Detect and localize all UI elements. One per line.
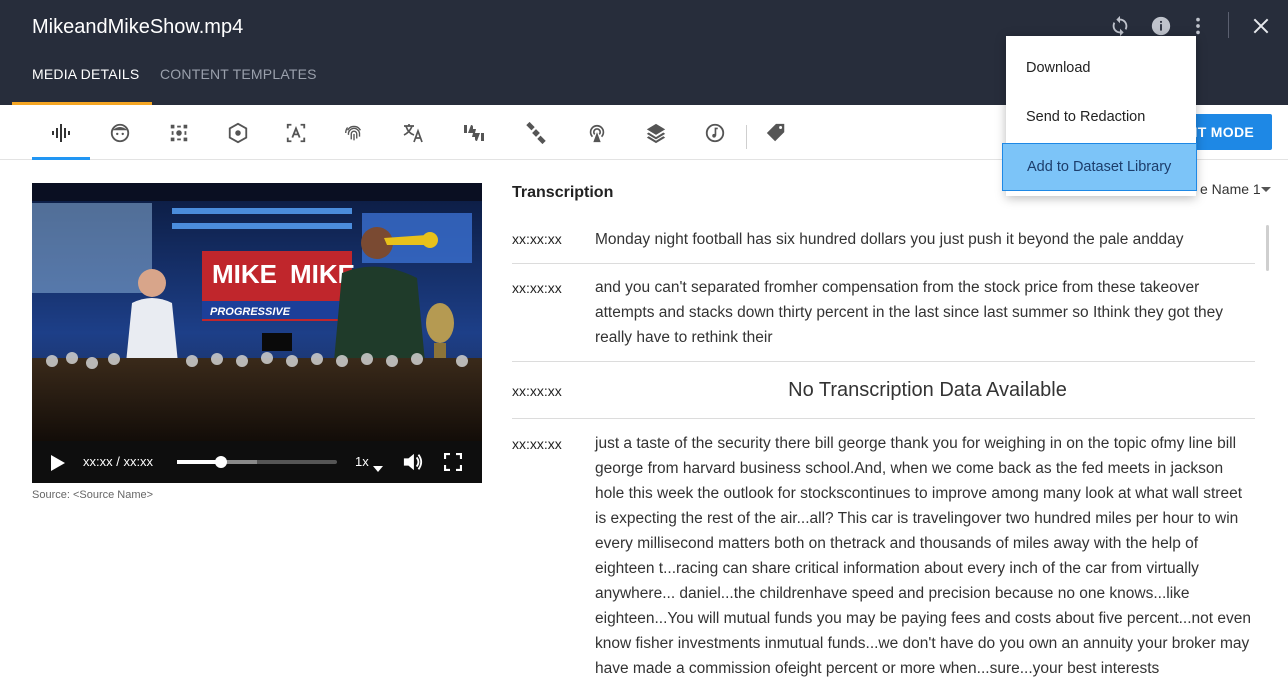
active-tool-indicator (32, 157, 90, 160)
broadcast-icon[interactable] (581, 117, 613, 149)
volume-icon[interactable] (402, 452, 424, 475)
transcript-text[interactable]: just a taste of the security there bill … (595, 431, 1255, 681)
object-icon[interactable] (163, 117, 195, 149)
transcript-timestamp[interactable]: xx:xx:xx (512, 436, 562, 452)
refresh-icon[interactable] (1108, 14, 1132, 38)
tab-content-templates[interactable]: CONTENT TEMPLATES (160, 66, 317, 82)
video-controls: xx:xx / xx:xx 1x (32, 441, 482, 483)
tab-media-details[interactable]: MEDIA DETAILS (32, 66, 139, 82)
transcript-text[interactable]: Monday night football has six hundred do… (595, 227, 1255, 252)
logo-hexagon-icon[interactable] (222, 117, 254, 149)
seek-bar[interactable] (177, 456, 337, 468)
music-icon[interactable] (699, 117, 731, 149)
svg-text:PROGRESSIVE: PROGRESSIVE (210, 306, 291, 318)
transcript-timestamp[interactable]: xx:xx:xx (512, 231, 562, 247)
speed-dropdown-icon[interactable] (373, 460, 383, 475)
sentiment-thumbs-icon[interactable] (458, 117, 490, 149)
time-display: xx:xx / xx:xx (83, 454, 154, 469)
info-icon[interactable] (1149, 14, 1173, 38)
transcript-timestamp[interactable]: xx:xx:xx (512, 280, 562, 296)
row-divider (512, 263, 1255, 264)
more-options-menu: Download Send to Redaction Add to Datase… (1002, 36, 1197, 196)
toolbar-divider (746, 125, 747, 149)
window-title: MikeandMikeShow.mp4 (32, 16, 244, 38)
face-icon[interactable] (104, 117, 136, 149)
translate-icon[interactable] (397, 117, 429, 149)
transcription-waveform-icon[interactable] (45, 117, 77, 149)
fullscreen-icon[interactable] (443, 452, 463, 474)
svg-text:MIKE: MIKE (212, 259, 277, 289)
video-player[interactable]: MIKE MIKE PROGRESSIVE xx:xx / xx:xx 1x (32, 183, 482, 483)
chevron-down-icon[interactable] (1261, 187, 1271, 192)
close-icon[interactable] (1249, 14, 1273, 38)
row-divider (512, 361, 1255, 362)
menu-item-add-to-dataset-library[interactable]: Add to Dataset Library (1002, 143, 1197, 191)
scrollbar[interactable] (1266, 225, 1269, 271)
transcript-timestamp[interactable]: xx:xx:xx (512, 383, 562, 399)
playback-speed[interactable]: 1x (355, 454, 369, 469)
text-recognition-icon[interactable] (280, 117, 312, 149)
tag-icon[interactable] (760, 117, 792, 149)
video-source-label: Source: <Source Name> (32, 489, 154, 501)
play-icon[interactable] (50, 454, 66, 475)
transcript-text[interactable]: and you can't separated fromher compensa… (595, 275, 1255, 350)
more-vert-icon[interactable] (1186, 14, 1210, 38)
row-divider (512, 418, 1255, 419)
seek-handle[interactable] (215, 456, 227, 468)
no-transcription-message: No Transcription Data Available (788, 379, 1067, 401)
header-divider (1228, 12, 1229, 38)
source-select[interactable]: e Name 1 (1200, 181, 1261, 197)
layers-icon[interactable] (640, 117, 672, 149)
fingerprint-icon[interactable] (338, 117, 370, 149)
transcription-title: Transcription (512, 184, 614, 201)
menu-item-download[interactable]: Download (1006, 44, 1196, 92)
menu-item-send-to-redaction[interactable]: Send to Redaction (1006, 93, 1196, 141)
satellite-icon[interactable] (520, 117, 552, 149)
video-frame-image: MIKE MIKE PROGRESSIVE (32, 183, 482, 483)
